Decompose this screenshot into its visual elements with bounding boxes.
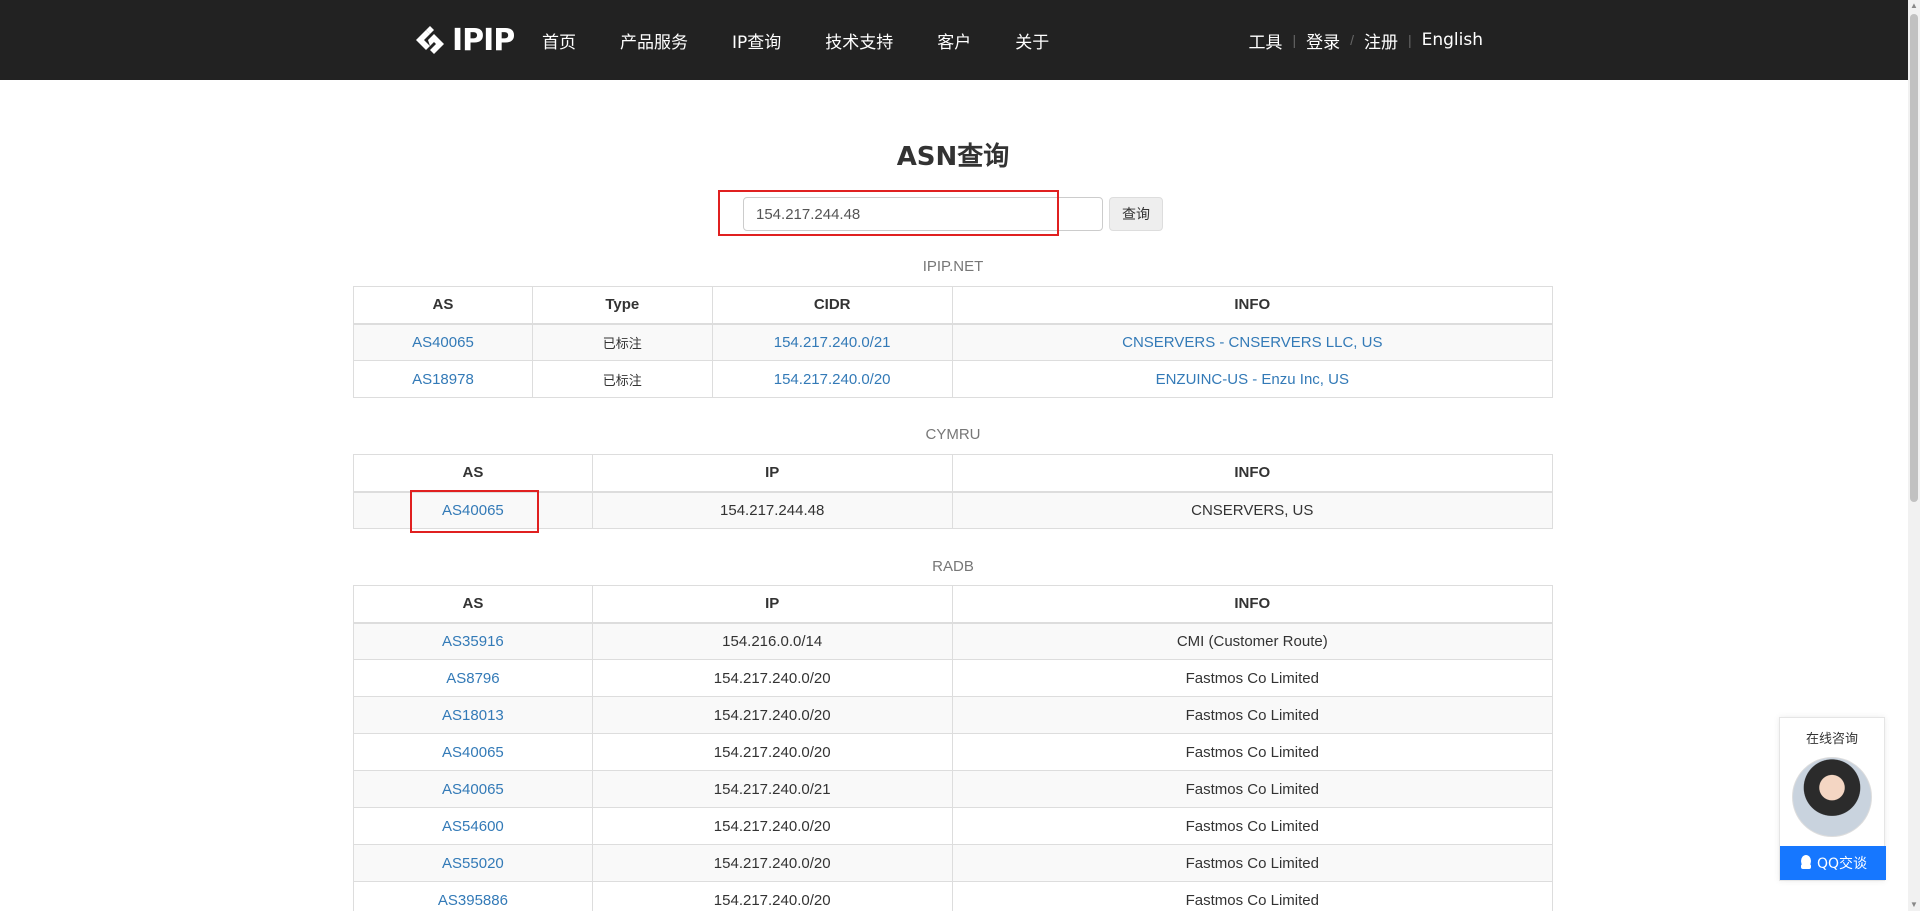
table-row: AS40065 154.217.240.0/21 Fastmos Co Limi… [353, 770, 1554, 808]
as-link[interactable]: AS18013 [442, 707, 504, 724]
table-header-row: AS Type CIDR INFO [353, 286, 1554, 325]
logo[interactable]: IPIP [412, 22, 515, 58]
table-row: AS54600 154.217.240.0/20 Fastmos Co Limi… [353, 807, 1554, 845]
type-cell: 已标注 [531, 323, 713, 361]
nav-tools[interactable]: 工具 [1248, 28, 1282, 53]
qq-chat-label: QQ交谈 [1816, 856, 1868, 872]
as-link[interactable]: AS35916 [442, 633, 504, 650]
online-chat-widget: 在线咨询 QQ交谈 [1779, 717, 1886, 881]
info-cell: Fastmos Co Limited [951, 807, 1554, 845]
page-title: ASN查询 [896, 142, 1010, 172]
scrollbar-thumb[interactable] [1910, 14, 1918, 502]
as-link[interactable]: AS395886 [438, 892, 508, 909]
separator: | [1292, 32, 1297, 48]
nav-about[interactable]: 关于 [1015, 28, 1049, 53]
info-cell: CNSERVERS, US [951, 491, 1554, 529]
column-header-as: AS [353, 286, 533, 325]
cymru-table: AS IP INFO AS40065 154.217.244.48 CNSERV… [353, 454, 1554, 529]
register-link[interactable]: 注册 [1364, 28, 1398, 53]
table-row: AS18013 154.217.240.0/20 Fastmos Co Limi… [353, 696, 1554, 734]
ip-cell: 154.217.240.0/20 [591, 881, 953, 911]
ip-cell: 154.217.240.0/20 [591, 844, 953, 882]
table-header-row: AS IP INFO [353, 585, 1554, 624]
info-cell: Fastmos Co Limited [951, 696, 1554, 734]
as-link[interactable]: AS18978 [412, 371, 474, 388]
type-cell: 已标注 [531, 360, 713, 398]
as-link[interactable]: AS40065 [442, 781, 504, 798]
table-row: AS40065 154.217.240.0/20 Fastmos Co Limi… [353, 733, 1554, 771]
column-header-as: AS [353, 585, 593, 624]
table-row: AS40065 已标注 154.217.240.0/21 CNSERVERS -… [353, 323, 1554, 361]
logo-text: IPIP [452, 22, 515, 58]
info-cell: Fastmos Co Limited [951, 733, 1554, 771]
language-english-link[interactable]: English [1422, 30, 1483, 50]
ip-cell: 154.217.240.0/20 [591, 733, 953, 771]
column-header-cidr: CIDR [711, 286, 953, 325]
qq-chat-button[interactable]: QQ交谈 [1780, 846, 1886, 880]
table-row: AS35916 154.216.0.0/14 CMI (Customer Rou… [353, 622, 1554, 660]
section-caption-cymru: CYMRU [925, 426, 981, 443]
info-cell: Fastmos Co Limited [951, 881, 1554, 911]
ip-cell: 154.217.240.0/20 [591, 659, 953, 697]
search-form: 查询 [743, 197, 1163, 231]
cidr-link[interactable]: 154.217.240.0/20 [774, 371, 891, 388]
qq-icon [1800, 855, 1811, 869]
column-header-as: AS [353, 454, 593, 493]
table-row: AS55020 154.217.240.0/20 Fastmos Co Limi… [353, 844, 1554, 882]
search-button[interactable]: 查询 [1109, 197, 1163, 231]
as-link[interactable]: AS40065 [442, 502, 504, 519]
user-menu: 工具 | 登录 / 注册 | English [1248, 0, 1483, 80]
ip-cell: 154.217.240.0/20 [591, 807, 953, 845]
info-cell: Fastmos Co Limited [951, 659, 1554, 697]
table-header-row: AS IP INFO [353, 454, 1554, 493]
table-row: AS395886 154.217.240.0/20 Fastmos Co Lim… [353, 881, 1554, 911]
column-header-info: INFO [951, 286, 1554, 325]
chat-title: 在线咨询 [1805, 732, 1858, 747]
search-input[interactable] [743, 197, 1103, 231]
column-header-ip: IP [591, 585, 953, 624]
radb-table: AS IP INFO AS35916 154.216.0.0/14 CMI (C… [353, 585, 1554, 911]
separator: / [1350, 32, 1354, 48]
as-link[interactable]: AS55020 [442, 855, 504, 872]
main-menu: 首页 产品服务 IP查询 技术支持 客户 关于 [542, 0, 1093, 80]
section-caption-radb: RADB [932, 558, 974, 575]
column-header-info: INFO [951, 454, 1554, 493]
info-link[interactable]: CNSERVERS - CNSERVERS LLC, US [1122, 334, 1382, 351]
login-link[interactable]: 登录 [1306, 28, 1340, 53]
column-header-info: INFO [951, 585, 1554, 624]
scroll-up-icon[interactable]: ▲ [1908, 0, 1920, 12]
nav-products[interactable]: 产品服务 [620, 28, 688, 53]
table-row: AS40065 154.217.244.48 CNSERVERS, US [353, 491, 1554, 529]
nav-support[interactable]: 技术支持 [825, 28, 893, 53]
top-nav: IPIP 首页 产品服务 IP查询 技术支持 客户 关于 工具 | 登录 / 注… [0, 0, 1908, 80]
as-link[interactable]: AS54600 [442, 818, 504, 835]
nav-customers[interactable]: 客户 [937, 28, 971, 53]
info-cell: CMI (Customer Route) [951, 622, 1554, 660]
ipipnet-table: AS Type CIDR INFO AS40065 已标注 154.217.24… [353, 286, 1554, 398]
column-header-type: Type [531, 286, 713, 325]
agent-avatar [1792, 757, 1872, 837]
nav-home[interactable]: 首页 [542, 28, 576, 53]
info-link[interactable]: ENZUINC-US - Enzu Inc, US [1156, 371, 1349, 388]
ip-cell: 154.217.244.48 [591, 491, 953, 529]
page-scrollbar[interactable]: ▲ ▼ [1908, 0, 1920, 911]
table-row: AS18978 已标注 154.217.240.0/20 ENZUINC-US … [353, 360, 1554, 398]
table-row: AS8796 154.217.240.0/20 Fastmos Co Limit… [353, 659, 1554, 697]
section-caption-ipipnet: IPIP.NET [922, 258, 984, 275]
separator: | [1407, 32, 1412, 48]
logo-mark-icon [416, 26, 444, 54]
scroll-down-icon[interactable]: ▼ [1908, 899, 1920, 911]
cidr-link[interactable]: 154.217.240.0/21 [774, 334, 891, 351]
as-link[interactable]: AS40065 [442, 744, 504, 761]
as-link[interactable]: AS40065 [412, 334, 474, 351]
as-link[interactable]: AS8796 [446, 670, 499, 687]
ip-cell: 154.217.240.0/20 [591, 696, 953, 734]
info-cell: Fastmos Co Limited [951, 844, 1554, 882]
nav-ip-lookup[interactable]: IP查询 [732, 28, 781, 53]
info-cell: Fastmos Co Limited [951, 770, 1554, 808]
ip-cell: 154.217.240.0/21 [591, 770, 953, 808]
column-header-ip: IP [591, 454, 953, 493]
ip-cell: 154.216.0.0/14 [591, 622, 953, 660]
